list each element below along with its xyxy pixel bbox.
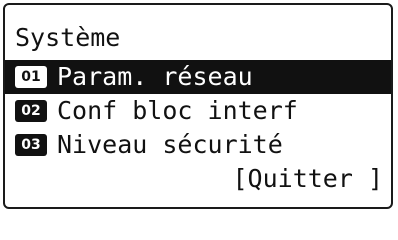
menu-item-label: Conf bloc interf bbox=[57, 96, 298, 125]
softkey-bar: [Quitter ] bbox=[5, 162, 391, 196]
menu-item-conf-bloc-interf[interactable]: 02 Conf bloc interf bbox=[5, 94, 391, 128]
lcd-panel: Système OK 01 Param. réseau 02 Conf bloc… bbox=[3, 3, 393, 209]
menu-item-label: Param. réseau bbox=[57, 62, 253, 91]
menu-item-number: 02 bbox=[15, 100, 47, 122]
title-bar: Système OK bbox=[5, 21, 391, 85]
menu-item-number: 03 bbox=[15, 134, 47, 156]
menu-item-param-reseau[interactable]: 01 Param. réseau bbox=[5, 60, 391, 94]
menu-item-label: Niveau sécurité bbox=[57, 130, 283, 159]
menu-item-number: 01 bbox=[15, 66, 47, 88]
quit-softkey[interactable]: [Quitter ] bbox=[232, 162, 383, 196]
screen-title: Système bbox=[15, 23, 121, 52]
menu-item-niveau-securite[interactable]: 03 Niveau sécurité bbox=[5, 128, 391, 162]
